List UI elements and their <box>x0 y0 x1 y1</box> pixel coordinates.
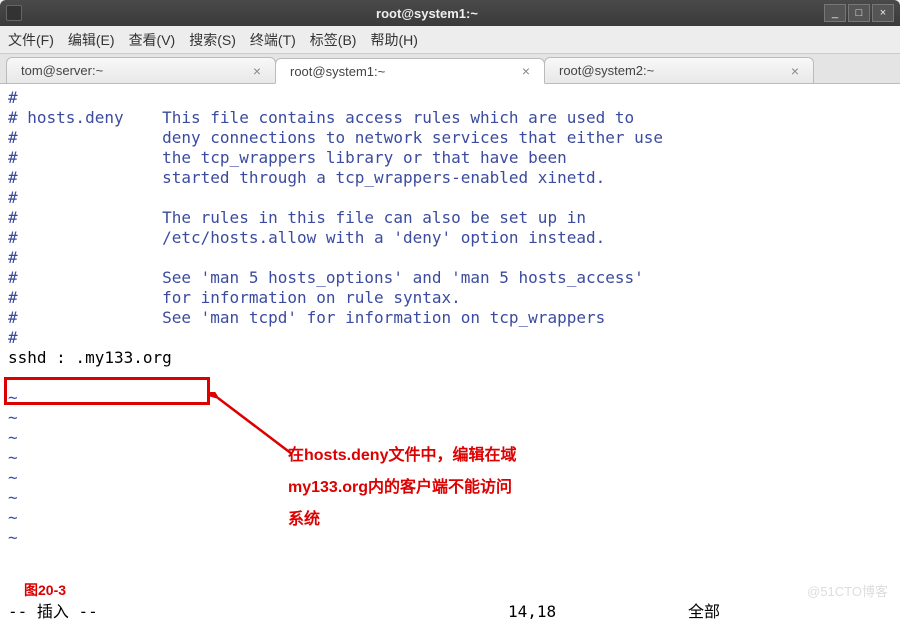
close-button[interactable]: × <box>872 4 894 22</box>
menu-terminal[interactable]: 终端(T) <box>250 30 296 50</box>
vim-mode: -- 插入 -- <box>8 602 508 622</box>
tab-root-system1[interactable]: root@system1:~ × <box>275 58 545 84</box>
file-line: # /etc/hosts.allow with a 'deny' option … <box>8 228 892 248</box>
file-line: # See 'man 5 hosts_options' and 'man 5 h… <box>8 268 892 288</box>
file-line: # the tcp_wrappers library or that have … <box>8 148 892 168</box>
tabbar: tom@server:~ × root@system1:~ × root@sys… <box>0 54 900 84</box>
vim-statusbar: -- 插入 -- 14,18 全部 <box>8 602 892 622</box>
annotation-text: 在hosts.deny文件中，编辑在域 my133.org内的客户端不能访问 系… <box>288 440 516 536</box>
file-line: # The rules in this file can also be set… <box>8 208 892 228</box>
file-line: # <box>8 328 892 348</box>
vim-position: 14,18 <box>508 602 688 622</box>
watermark: @51CTO博客 <box>807 582 888 602</box>
file-line: # for information on rule syntax. <box>8 288 892 308</box>
tab-tom-server[interactable]: tom@server:~ × <box>6 57 276 83</box>
file-line: # See 'man tcpd' for information on tcp_… <box>8 308 892 328</box>
file-line: # <box>8 248 892 268</box>
annotation-line: 在hosts.deny文件中，编辑在域 <box>288 440 516 472</box>
file-line: # <box>8 88 892 108</box>
titlebar: root@system1:~ _ □ × <box>0 0 900 26</box>
window-title: root@system1:~ <box>30 6 824 21</box>
tab-close-icon[interactable]: × <box>249 63 265 79</box>
menu-search[interactable]: 搜索(S) <box>189 30 236 50</box>
maximize-button[interactable]: □ <box>848 4 870 22</box>
menu-edit[interactable]: 编辑(E) <box>68 30 115 50</box>
minimize-button[interactable]: _ <box>824 4 846 22</box>
file-line: # deny connections to network services t… <box>8 128 892 148</box>
menu-file[interactable]: 文件(F) <box>8 30 54 50</box>
annotation-line: 系统 <box>288 504 516 536</box>
vim-percent: 全部 <box>688 602 892 622</box>
tab-close-icon[interactable]: × <box>787 63 803 79</box>
file-line: # <box>8 188 892 208</box>
tab-root-system2[interactable]: root@system2:~ × <box>544 57 814 83</box>
figure-label: 图20-3 <box>24 580 66 600</box>
tab-label: root@system2:~ <box>559 63 787 78</box>
annotation-line: my133.org内的客户端不能访问 <box>288 472 516 504</box>
menubar: 文件(F) 编辑(E) 查看(V) 搜索(S) 终端(T) 标签(B) 帮助(H… <box>0 26 900 54</box>
file-line: # hosts.deny This file contains access r… <box>8 108 892 128</box>
tab-close-icon[interactable]: × <box>518 63 534 79</box>
tab-label: tom@server:~ <box>21 63 249 78</box>
vim-tilde: ~ <box>8 388 892 408</box>
menu-tabs[interactable]: 标签(B) <box>310 30 357 50</box>
vim-blank <box>8 368 892 388</box>
sshd-line: sshd : .my133.org <box>8 348 892 368</box>
tab-label: root@system1:~ <box>290 64 518 79</box>
menu-view[interactable]: 查看(V) <box>129 30 176 50</box>
file-line: # started through a tcp_wrappers-enabled… <box>8 168 892 188</box>
menu-help[interactable]: 帮助(H) <box>370 30 417 50</box>
app-icon <box>6 5 22 21</box>
terminal-content[interactable]: # # hosts.deny This file contains access… <box>0 84 900 626</box>
vim-tilde: ~ <box>8 408 892 428</box>
window-controls: _ □ × <box>824 4 894 22</box>
